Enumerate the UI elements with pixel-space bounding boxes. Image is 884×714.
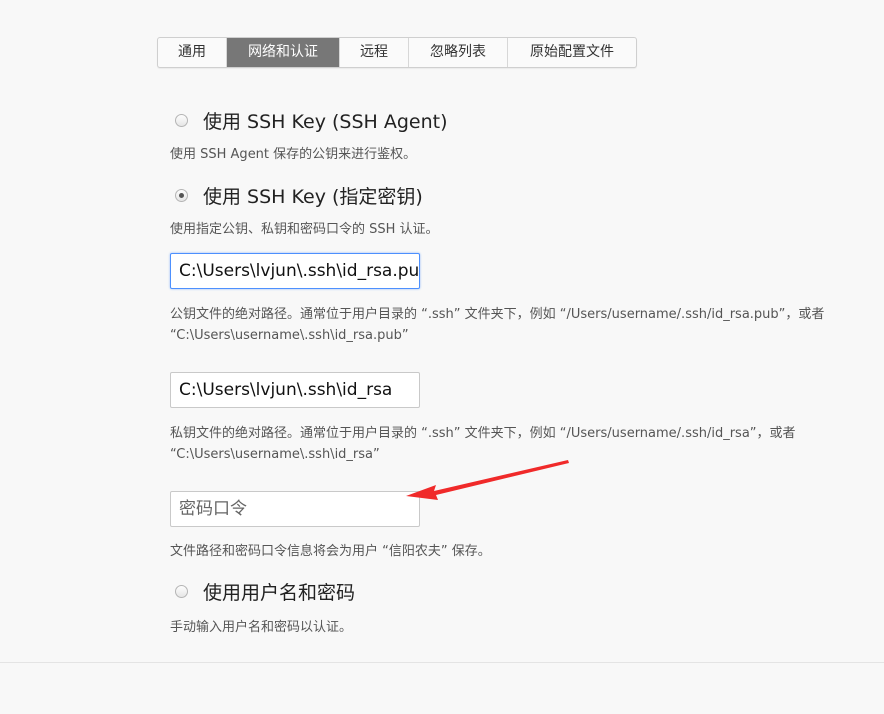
- section-divider: [0, 662, 884, 663]
- tab-raw-config[interactable]: 原始配置文件: [508, 38, 636, 67]
- tab-general[interactable]: 通用: [158, 38, 227, 67]
- ssh-key-label: 使用 SSH Key (指定密钥): [203, 186, 423, 208]
- passphrase-input[interactable]: 密码口令: [170, 491, 420, 527]
- public-key-path-value: C:\Users\lvjun\.ssh\id_rsa.pub: [179, 261, 420, 281]
- tab-network-auth[interactable]: 网络和认证: [227, 38, 340, 67]
- username-password-radio[interactable]: [175, 585, 188, 598]
- ssh-agent-option[interactable]: 使用 SSH Key (SSH Agent): [175, 107, 448, 134]
- ssh-agent-label: 使用 SSH Key (SSH Agent): [203, 111, 448, 133]
- save-note: 文件路径和密码口令信息将会为用户 “信阳农夫” 保存。: [170, 544, 491, 559]
- tab-ignore-list[interactable]: 忽略列表: [409, 38, 508, 67]
- public-key-help-line2: “C:\Users\username\.ssh\id_rsa.pub”: [170, 328, 409, 343]
- settings-tab-bar: 通用 网络和认证 远程 忽略列表 原始配置文件: [157, 37, 637, 68]
- username-password-description: 手动输入用户名和密码以认证。: [170, 620, 353, 635]
- username-password-option[interactable]: 使用用户名和密码: [175, 578, 355, 605]
- ssh-key-option[interactable]: 使用 SSH Key (指定密钥): [175, 182, 423, 209]
- ssh-key-description: 使用指定公钥、私钥和密码口令的 SSH 认证。: [170, 222, 439, 237]
- username-password-label: 使用用户名和密码: [203, 582, 356, 604]
- private-key-help-line1: 私钥文件的绝对路径。通常位于用户目录的 “.ssh” 文件夹下，例如 “/Use…: [170, 426, 796, 441]
- tab-remote[interactable]: 远程: [340, 38, 409, 67]
- public-key-help-line1: 公钥文件的绝对路径。通常位于用户目录的 “.ssh” 文件夹下，例如 “/Use…: [170, 307, 825, 322]
- red-arrow-icon: [406, 460, 569, 500]
- ssh-agent-radio[interactable]: [175, 114, 188, 127]
- passphrase-placeholder: 密码口令: [179, 499, 247, 519]
- private-key-path-input[interactable]: C:\Users\lvjun\.ssh\id_rsa: [170, 372, 420, 408]
- ssh-agent-description: 使用 SSH Agent 保存的公钥来进行鉴权。: [170, 147, 417, 162]
- private-key-help-line2: “C:\Users\username\.ssh\id_rsa”: [170, 447, 380, 462]
- public-key-path-input[interactable]: C:\Users\lvjun\.ssh\id_rsa.pub: [170, 253, 420, 289]
- ssh-key-radio[interactable]: [175, 189, 188, 202]
- private-key-path-value: C:\Users\lvjun\.ssh\id_rsa: [179, 380, 393, 400]
